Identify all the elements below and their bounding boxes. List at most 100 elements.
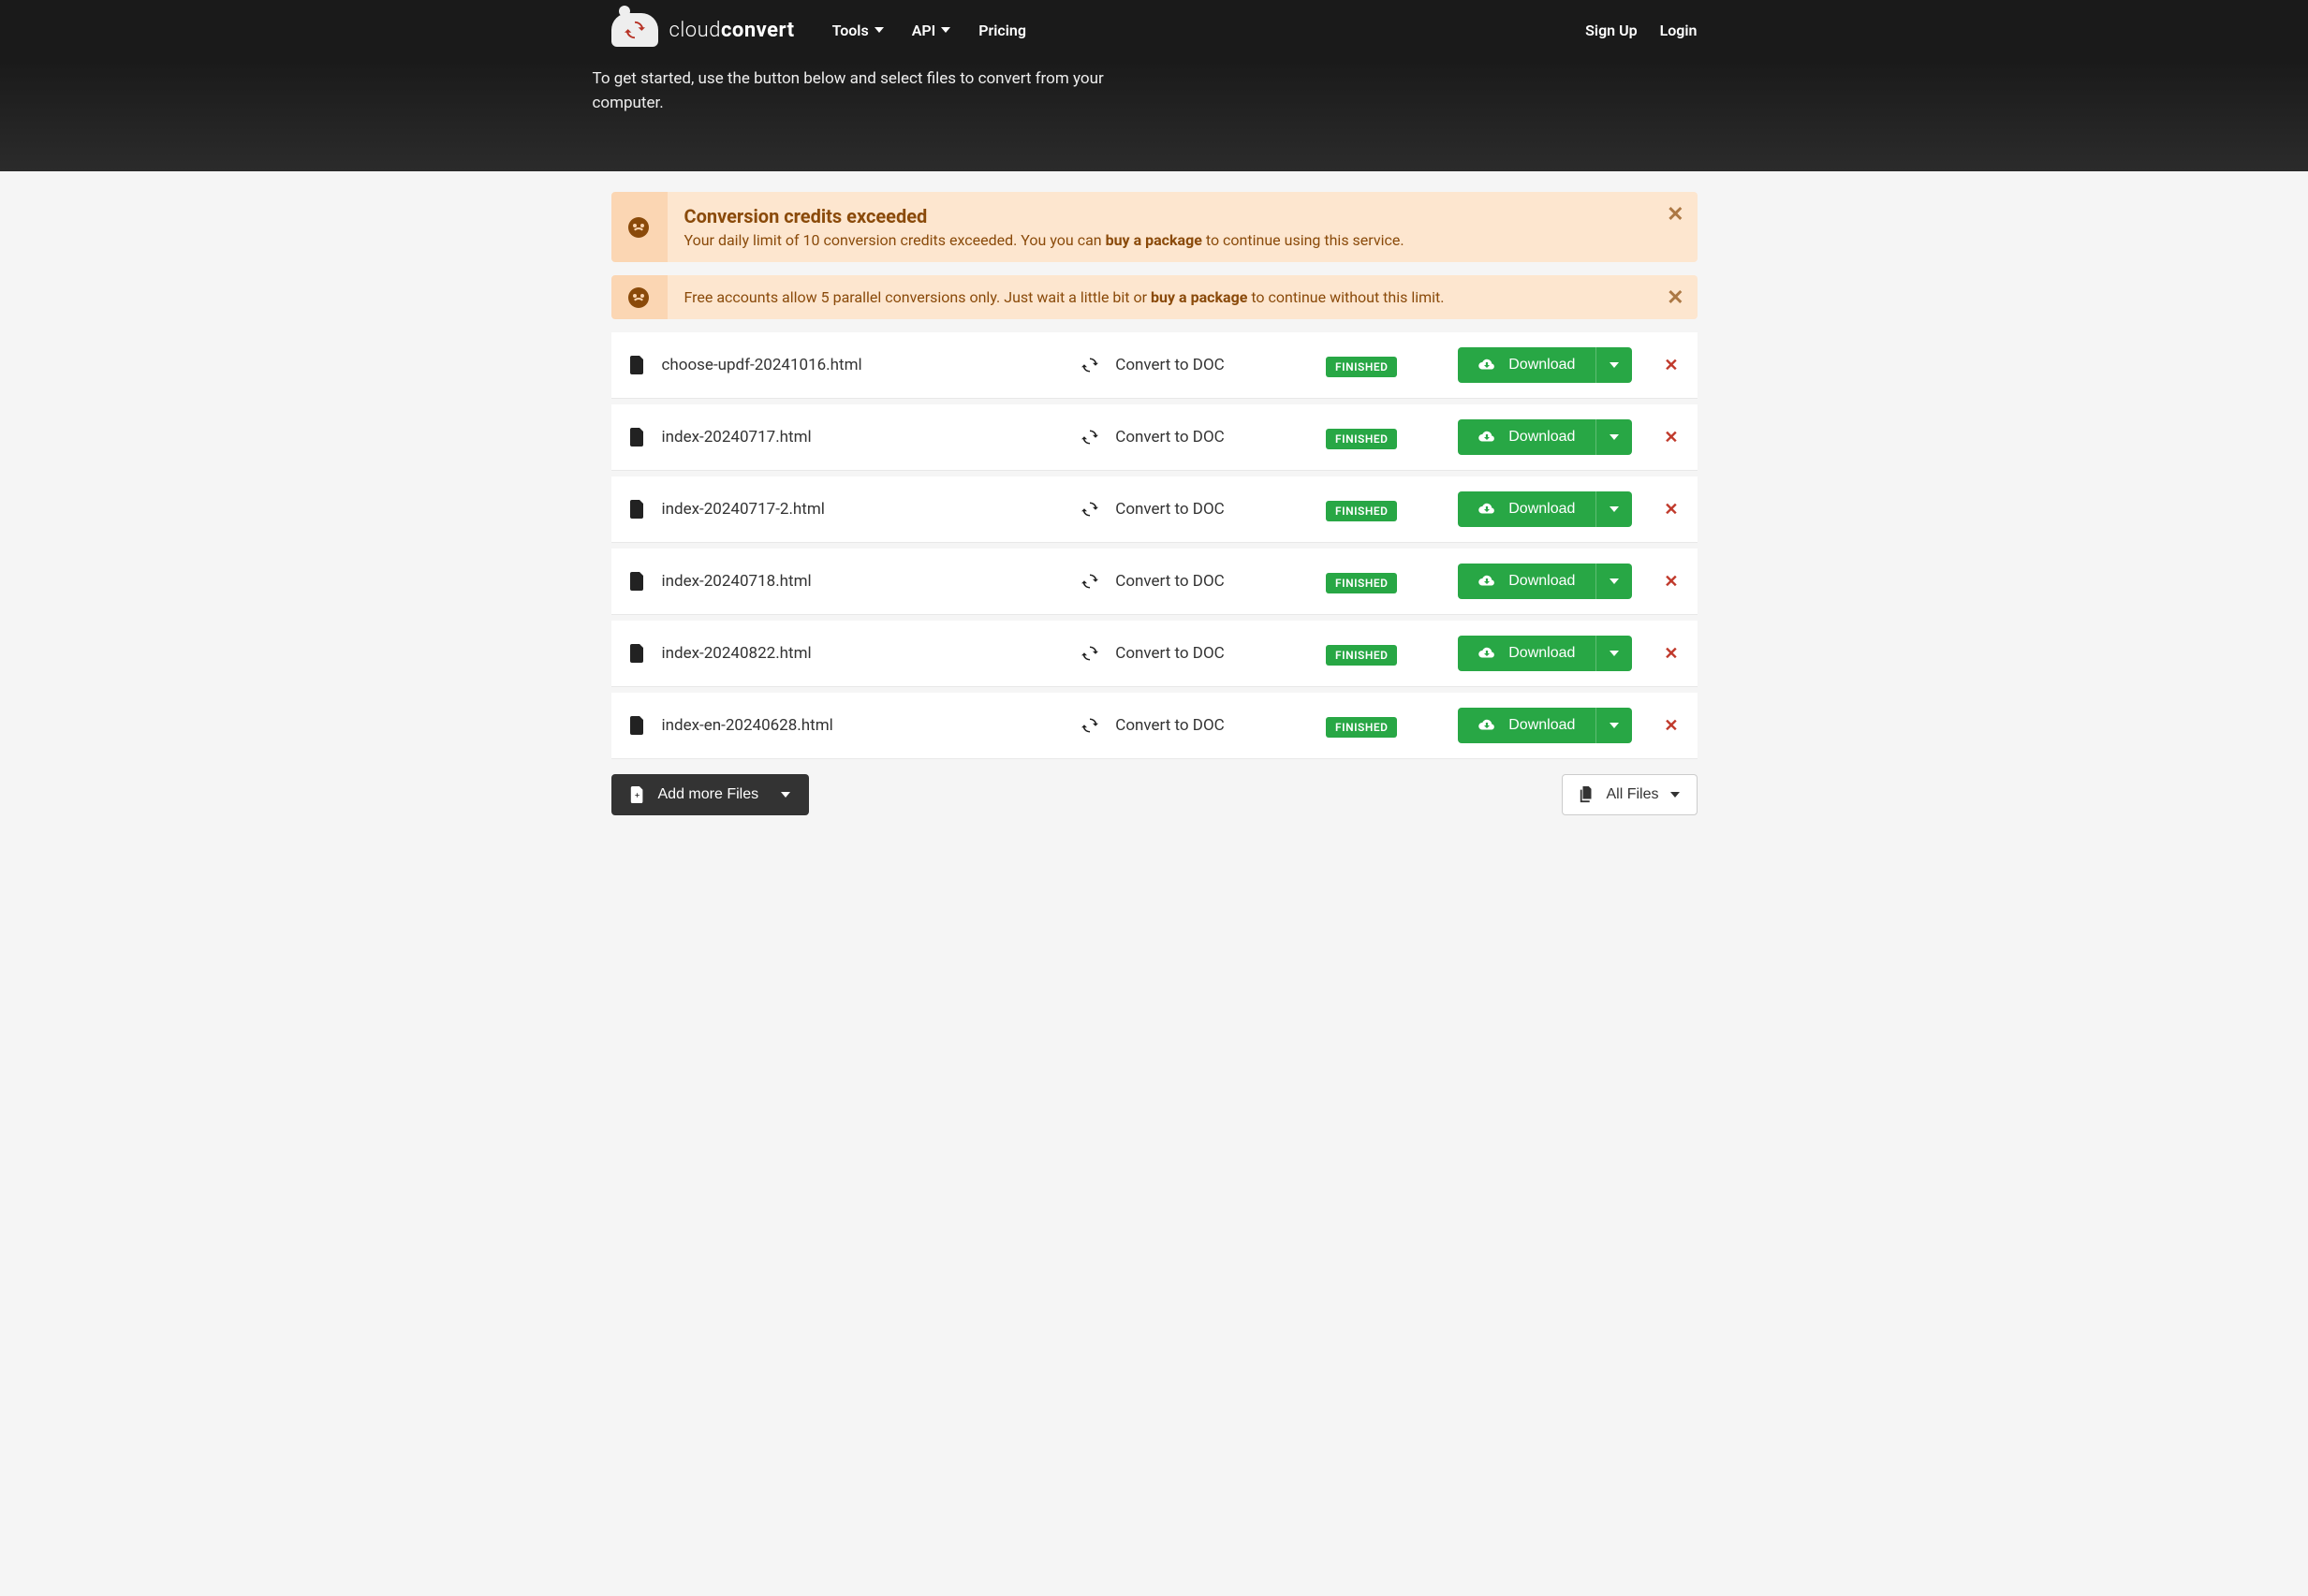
- chevron-down-icon: [1610, 506, 1619, 512]
- nav-signup[interactable]: Sign Up: [1585, 22, 1637, 39]
- file-row: index-20240718.html Convert to DOC FINIS…: [611, 549, 1698, 615]
- alert-title: Conversion credits exceeded: [684, 205, 1656, 227]
- logo-text: cloudconvert: [669, 19, 795, 42]
- download-options-button[interactable]: [1595, 564, 1632, 599]
- convert-target[interactable]: Convert to DOC: [1115, 716, 1302, 735]
- download-label: Download: [1508, 357, 1575, 373]
- buy-package-link[interactable]: buy a package: [1151, 288, 1247, 306]
- download-button-group: Download: [1458, 347, 1632, 383]
- download-options-button[interactable]: [1595, 491, 1632, 527]
- remove-file-icon[interactable]: ✕: [1664, 572, 1678, 592]
- file-icon: [630, 716, 645, 735]
- download-label: Download: [1508, 573, 1575, 590]
- download-label: Download: [1508, 717, 1575, 734]
- chevron-down-icon: [1610, 362, 1619, 368]
- download-button[interactable]: Download: [1458, 564, 1595, 599]
- remove-file-icon[interactable]: ✕: [1664, 500, 1678, 520]
- logo[interactable]: cloudconvert: [611, 13, 795, 47]
- sync-icon[interactable]: [1081, 357, 1098, 373]
- cloud-download-icon: [1478, 574, 1495, 589]
- file-name: index-en-20240628.html: [662, 716, 1018, 735]
- alert-body-post: to continue without this limit.: [1247, 288, 1444, 306]
- file-row: choose-updf-20241016.html Convert to DOC…: [611, 332, 1698, 399]
- nav-pricing-label: Pricing: [978, 22, 1026, 39]
- download-button[interactable]: Download: [1458, 491, 1595, 527]
- download-label: Download: [1508, 501, 1575, 518]
- all-files-button[interactable]: All Files: [1562, 774, 1697, 815]
- sync-icon[interactable]: [1081, 717, 1098, 734]
- nav-pricing[interactable]: Pricing: [978, 22, 1026, 39]
- remove-file-icon[interactable]: ✕: [1664, 428, 1678, 447]
- alert-body-pre: Your daily limit of 10 conversion credit…: [684, 231, 1106, 249]
- nav-login[interactable]: Login: [1660, 22, 1698, 39]
- status-badge: FINISHED: [1326, 429, 1397, 449]
- chevron-down-icon: [1610, 434, 1619, 440]
- download-options-button[interactable]: [1595, 636, 1632, 671]
- download-button-group: Download: [1458, 419, 1632, 455]
- sync-icon[interactable]: [1081, 429, 1098, 446]
- file-name: index-20240822.html: [662, 644, 1018, 663]
- file-icon: [630, 572, 645, 591]
- nav-tools[interactable]: Tools: [832, 22, 884, 39]
- nav-api-label: API: [912, 22, 936, 39]
- bottom-toolbar: Add more Files All Files: [611, 774, 1698, 815]
- remove-file-icon[interactable]: ✕: [1664, 356, 1678, 375]
- convert-target[interactable]: Convert to DOC: [1115, 644, 1302, 663]
- file-name: index-20240717.html: [662, 428, 1018, 447]
- cloud-sync-icon: [611, 13, 658, 47]
- download-options-button[interactable]: [1595, 347, 1632, 383]
- download-options-button[interactable]: [1595, 419, 1632, 455]
- top-nav: cloudconvert Tools API Pricing Sign Up L…: [0, 0, 2308, 171]
- file-name: choose-updf-20241016.html: [662, 356, 1018, 374]
- alert-body: Free accounts allow 5 parallel conversio…: [684, 288, 1656, 306]
- buy-package-link[interactable]: buy a package: [1106, 231, 1202, 249]
- convert-target[interactable]: Convert to DOC: [1115, 428, 1302, 447]
- all-files-label: All Files: [1606, 786, 1658, 803]
- file-plus-icon: [630, 786, 645, 803]
- remove-file-icon[interactable]: ✕: [1664, 716, 1678, 736]
- sync-icon[interactable]: [1081, 573, 1098, 590]
- remove-file-icon[interactable]: ✕: [1664, 644, 1678, 664]
- download-button[interactable]: Download: [1458, 636, 1595, 671]
- add-more-files-label: Add more Files: [658, 786, 759, 803]
- file-icon: [630, 356, 645, 374]
- cloud-download-icon: [1478, 358, 1495, 373]
- download-options-button[interactable]: [1595, 708, 1632, 743]
- chevron-down-icon: [1610, 723, 1619, 728]
- close-icon[interactable]: ✕: [1667, 286, 1683, 310]
- cloud-download-icon: [1478, 646, 1495, 661]
- add-more-files-button[interactable]: Add more Files: [611, 774, 810, 815]
- convert-target[interactable]: Convert to DOC: [1115, 572, 1302, 591]
- download-button[interactable]: Download: [1458, 347, 1595, 383]
- sync-icon[interactable]: [1081, 501, 1098, 518]
- alert-body: Your daily limit of 10 conversion credit…: [684, 231, 1656, 249]
- download-button[interactable]: Download: [1458, 708, 1595, 743]
- file-row: index-20240717.html Convert to DOC FINIS…: [611, 404, 1698, 471]
- download-button[interactable]: Download: [1458, 419, 1595, 455]
- chevron-down-icon: [1670, 792, 1680, 798]
- close-icon[interactable]: ✕: [1667, 203, 1683, 227]
- status-badge: FINISHED: [1326, 501, 1397, 521]
- nav-api[interactable]: API: [912, 22, 951, 39]
- sad-face-icon: [628, 217, 649, 238]
- intro-text: To get started, use the button below and…: [593, 60, 1117, 115]
- file-row: index-20240717-2.html Convert to DOC FIN…: [611, 476, 1698, 543]
- download-button-group: Download: [1458, 708, 1632, 743]
- alert-body-pre: Free accounts allow 5 parallel conversio…: [684, 288, 1152, 306]
- status-badge: FINISHED: [1326, 357, 1397, 377]
- files-stack-icon: [1580, 786, 1595, 803]
- chevron-down-icon: [781, 792, 790, 798]
- file-name: index-20240717-2.html: [662, 500, 1018, 519]
- sync-icon[interactable]: [1081, 645, 1098, 662]
- download-button-group: Download: [1458, 491, 1632, 527]
- file-name: index-20240718.html: [662, 572, 1018, 591]
- chevron-down-icon: [1610, 651, 1619, 656]
- chevron-down-icon: [941, 27, 950, 33]
- cloud-download-icon: [1478, 718, 1495, 733]
- status-badge: FINISHED: [1326, 645, 1397, 666]
- nav-signup-label: Sign Up: [1585, 22, 1637, 39]
- convert-target[interactable]: Convert to DOC: [1115, 500, 1302, 519]
- convert-target[interactable]: Convert to DOC: [1115, 356, 1302, 374]
- download-button-group: Download: [1458, 636, 1632, 671]
- download-label: Download: [1508, 429, 1575, 446]
